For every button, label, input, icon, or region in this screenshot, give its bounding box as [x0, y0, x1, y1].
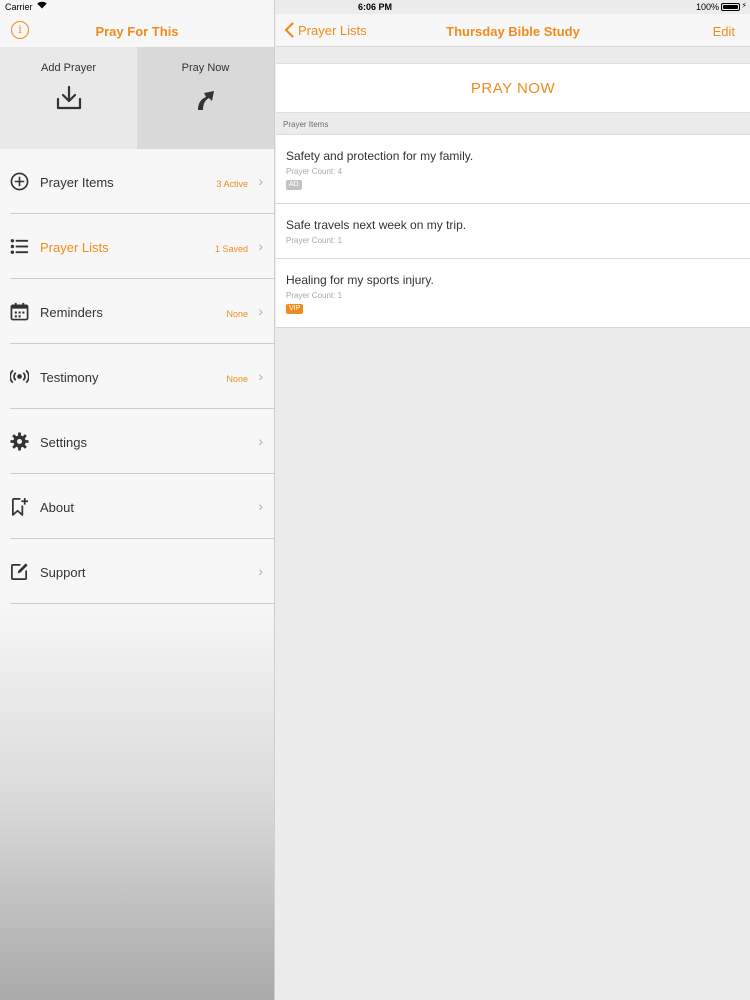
sidebar-item-label: Support	[40, 565, 86, 580]
calendar-icon	[10, 302, 29, 321]
sidebar-item-badge: 3 Active	[216, 179, 248, 189]
bookmark-plus-icon	[11, 497, 29, 516]
table-row[interactable]: Healing for my sports injury. Prayer Cou…	[276, 259, 750, 328]
add-prayer-button[interactable]: Add Prayer	[0, 47, 137, 149]
sidebar-item-prayer-lists[interactable]: Prayer Lists 1 Saved ›	[0, 214, 274, 279]
prayer-title: Healing for my sports injury.	[286, 273, 434, 287]
sidebar-item-reminders[interactable]: Reminders None ›	[0, 279, 274, 344]
main-nav-bar: Prayer Lists Thursday Bible Study Edit	[276, 14, 750, 47]
broadcast-icon	[10, 369, 29, 384]
chevron-right-icon: ›	[258, 563, 263, 579]
prayer-items-list: Safety and protection for my family. Pra…	[276, 134, 750, 328]
prayer-count: Prayer Count: 1	[286, 291, 343, 300]
gear-icon	[10, 432, 29, 451]
battery-icon	[721, 3, 740, 11]
sidebar-title: Pray For This	[95, 24, 179, 39]
sidebar-item-prayer-items[interactable]: Prayer Items 3 Active ›	[0, 149, 274, 214]
pray-now-label: Pray Now	[181, 62, 230, 74]
list-icon	[10, 239, 29, 254]
status-time: 6:06 PM	[357, 2, 392, 12]
add-prayer-label: Add Prayer	[40, 62, 97, 74]
sidebar-item-badge: None	[226, 309, 248, 319]
action-row: Add Prayer Pray Now	[0, 47, 274, 149]
prayer-count: Prayer Count: 4	[286, 167, 343, 176]
sidebar-item-badge: None	[226, 374, 248, 384]
prayer-tag: VIP	[286, 304, 304, 314]
chevron-right-icon: ›	[258, 173, 263, 189]
sidebar-item-settings[interactable]: Settings ›	[0, 409, 274, 474]
sidebar-item-label: Settings	[40, 435, 87, 450]
chevron-right-icon: ›	[258, 238, 263, 254]
download-icon	[56, 85, 82, 110]
prayer-title: Safety and protection for my family.	[286, 149, 474, 163]
sidebar-item-label: Prayer Items	[40, 175, 114, 190]
divider	[10, 603, 274, 604]
pray-now-button[interactable]: Pray Now	[137, 47, 274, 149]
sidebar-nav-bar: i Pray For This	[0, 14, 274, 47]
sidebar-item-label: Prayer Lists	[40, 240, 109, 255]
arrow-up-icon	[198, 91, 214, 110]
chevron-right-icon: ›	[258, 433, 263, 449]
table-row[interactable]: Safety and protection for my family. Pra…	[276, 135, 750, 204]
pray-now-cell[interactable]: PRAY NOW	[276, 63, 750, 113]
sidebar-item-badge: 1 Saved	[214, 244, 248, 254]
status-bar: Carrier 6:06 PM 100% ⚡	[0, 0, 750, 14]
sidebar-item-support[interactable]: Support ›	[0, 539, 274, 604]
sidebar: i Pray For This Add Prayer Pray Now Pray…	[0, 0, 275, 1000]
edit-icon	[11, 563, 28, 580]
section-header: Prayer Items	[283, 120, 329, 129]
table-row[interactable]: Safe travels next week on my trip. Praye…	[276, 204, 750, 259]
chevron-right-icon: ›	[258, 368, 263, 384]
edit-button[interactable]: Edit	[713, 24, 735, 39]
sidebar-item-label: About	[40, 500, 74, 515]
prayer-title: Safe travels next week on my trip.	[286, 218, 467, 232]
sidebar-item-about[interactable]: About ›	[0, 474, 274, 539]
sidebar-item-testimony[interactable]: Testimony None ›	[0, 344, 274, 409]
sidebar-item-label: Testimony	[40, 370, 99, 385]
plus-circle-icon	[10, 172, 29, 191]
page-title: Thursday Bible Study	[446, 24, 580, 39]
battery-percent: 100%	[695, 2, 719, 12]
prayer-tag: AD	[286, 180, 302, 190]
chevron-right-icon: ›	[258, 498, 263, 514]
sidebar-item-label: Reminders	[40, 305, 103, 320]
chevron-right-icon: ›	[258, 303, 263, 319]
sidebar-menu: Prayer Items 3 Active › Prayer Lists 1 S…	[0, 149, 274, 604]
charging-icon: ⚡	[741, 1, 747, 10]
prayer-count: Prayer Count: 1	[286, 236, 343, 245]
pray-now-label: PRAY NOW	[470, 80, 556, 97]
